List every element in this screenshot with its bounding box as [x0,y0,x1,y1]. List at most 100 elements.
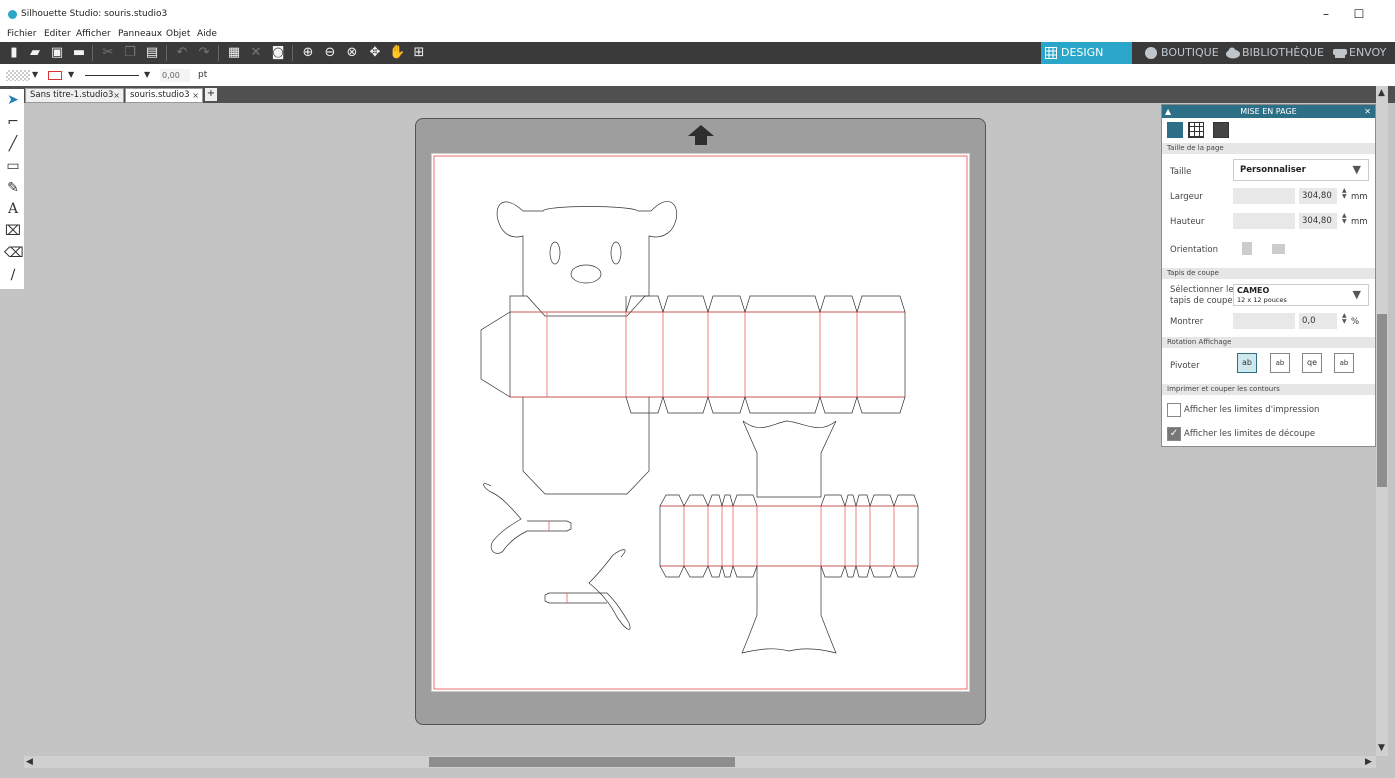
cut-limits-checkbox[interactable]: ✓ [1167,427,1181,441]
silhouette-logo-icon [8,10,17,19]
copy-icon[interactable]: ❐ [122,45,138,61]
compound-icon[interactable]: ◙ [270,45,286,61]
cut-icon[interactable]: ✂ [100,45,116,61]
vertical-scroll-thumb[interactable] [1377,314,1387,487]
tab-sans-titre-label: Sans titre-1.studio3 [30,90,114,100]
mouse-arm-right[interactable] [544,549,631,630]
cutting-mat-dropdown[interactable]: CAMEO 12 x 12 pouces ▼ [1233,284,1369,306]
tab-design[interactable]: DESIGN [1041,42,1132,64]
rectangle-tool-icon[interactable]: ▭ [4,157,22,175]
fill-dropdown-icon[interactable]: ▼ [32,70,38,79]
size-label: Taille [1170,167,1192,177]
mat-opacity-input[interactable]: 0,0 [1299,313,1337,329]
redo-icon[interactable]: ↷ [196,45,212,61]
zoom-out-icon[interactable]: ⊖ [322,45,338,61]
menu-editer[interactable]: Editer [44,29,71,39]
zoom-in-icon[interactable]: ⊕ [300,45,316,61]
menu-panneaux[interactable]: Panneaux [118,29,162,39]
grid-settings-tab-icon[interactable] [1188,122,1204,138]
opacity-unit: % [1351,317,1360,327]
chevron-down-icon: ▼ [1352,163,1361,176]
knife-tool-icon[interactable]: ∕ [4,266,22,284]
tab-souris[interactable]: souris.studio3 × [125,88,203,103]
collapse-panel-icon[interactable]: ▲ [1165,105,1171,118]
zoom-select-icon[interactable]: ⊗ [344,45,360,61]
mouse-body-box[interactable] [480,295,906,495]
add-tab-button[interactable]: + [205,88,217,101]
tab-envoyer[interactable]: ENVOY [1329,42,1395,64]
height-spinner-icon[interactable]: ▲ ▼ [1342,213,1347,225]
width-slider[interactable] [1233,188,1295,204]
scroll-up-icon[interactable]: ▲ [1378,88,1385,98]
close-tab-icon[interactable]: × [192,89,199,102]
rotate-90-button[interactable]: ab [1270,353,1290,373]
fill-pattern-swatch[interactable] [6,70,30,81]
rotate-180-button[interactable]: qe [1302,353,1322,373]
tab-bibliotheque[interactable]: BIBLIOTHÈQUE [1222,42,1324,64]
mat-label-line1: Sélectionner le [1170,285,1234,295]
eraser-box-icon[interactable]: ⌧ [4,222,22,240]
text-tool-icon[interactable]: A [4,200,22,218]
line-style-dropdown-icon[interactable]: ▼ [144,70,150,79]
maximize-button[interactable]: ☐ [1351,6,1367,22]
select-pointer-icon[interactable]: ➤ [4,91,22,109]
rotate-270-button[interactable]: ab [1334,353,1354,373]
horizontal-scrollbar[interactable] [24,756,1376,768]
pencil-tool-icon[interactable]: ✎ [4,179,22,197]
scroll-right-icon[interactable]: ▶ [1365,757,1372,767]
opacity-spinner-icon[interactable]: ▲ ▼ [1342,313,1347,325]
portrait-orientation-icon[interactable] [1242,242,1252,255]
tab-boutique[interactable]: BOUTIQUE [1141,42,1221,64]
close-tab-icon[interactable]: × [113,89,120,102]
mouse-lower-body-box[interactable] [659,420,919,654]
menu-objet[interactable]: Objet [166,29,190,39]
tab-envoyer-label: ENVOY [1349,46,1387,59]
undo-icon[interactable]: ↶ [174,45,190,61]
menu-afficher[interactable]: Afficher [76,29,111,39]
height-input[interactable]: 304,80 [1299,213,1337,229]
fit-page-icon[interactable]: ⊞ [411,45,427,61]
section-page-size: Taille de la page [1162,143,1375,154]
line-tool-icon[interactable]: ╱ [4,135,22,153]
mat-label-line2: tapis de coupe [1170,296,1233,306]
point-edit-icon[interactable]: ⌐ [4,113,22,131]
page-setup-tab-icon[interactable] [1167,122,1183,138]
pan-drag-icon[interactable]: ✥ [367,45,383,61]
menu-fichier[interactable]: Fichier [7,29,36,39]
horizontal-scroll-thumb[interactable] [429,757,735,767]
line-color-dropdown-icon[interactable]: ▼ [68,70,74,79]
tab-sans-titre[interactable]: Sans titre-1.studio3 × [25,88,124,103]
paste-icon[interactable]: ▤ [144,45,160,61]
rotate-0-button[interactable]: ab [1237,353,1257,373]
line-color-swatch[interactable] [48,71,62,80]
cutter-machine-icon [1333,49,1347,58]
mat-opacity-slider[interactable] [1233,313,1295,329]
open-folder-icon[interactable]: ▰ [27,45,43,61]
scroll-down-icon[interactable]: ▼ [1378,743,1385,753]
mouse-head-piece[interactable] [496,201,678,317]
size-dropdown[interactable]: Personnaliser ▼ [1233,159,1369,181]
hand-icon[interactable]: ✋ [389,45,405,61]
print-limits-checkbox[interactable] [1167,403,1181,417]
eraser-icon[interactable]: ⌫ [4,244,24,262]
tab-souris-label: souris.studio3 [130,90,190,100]
height-slider[interactable] [1233,213,1295,229]
ungroup-icon[interactable]: ✕ [248,45,264,61]
panel-header: ▲ MISE EN PAGE ✕ [1162,105,1375,118]
print-icon[interactable]: ▬ [71,45,87,61]
minimize-button[interactable]: – [1318,6,1334,22]
menu-aide[interactable]: Aide [197,29,217,39]
landscape-orientation-icon[interactable] [1272,244,1285,254]
group-icon[interactable]: ▦ [226,45,242,61]
width-spinner-icon[interactable]: ▲ ▼ [1342,188,1347,200]
scroll-left-icon[interactable]: ◀ [26,757,33,767]
line-thickness-input[interactable]: 0,00 [160,69,190,82]
vertical-scrollbar[interactable] [1376,86,1388,756]
line-style-preview[interactable] [85,75,139,76]
new-file-icon[interactable]: ▮ [6,45,22,61]
width-input[interactable]: 304,80 [1299,188,1337,204]
background-tab-icon[interactable] [1213,122,1229,138]
close-panel-icon[interactable]: ✕ [1364,105,1371,118]
save-icon[interactable]: ▣ [49,45,65,61]
section-cutting-mat: Tapis de coupe [1162,268,1375,279]
